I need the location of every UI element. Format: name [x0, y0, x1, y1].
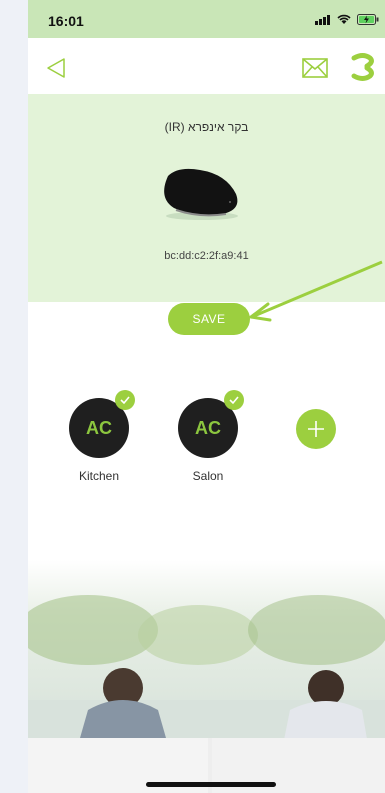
- status-time: 16:01: [48, 13, 84, 29]
- ac-device-button[interactable]: AC: [69, 390, 135, 458]
- room-name: Salon: [192, 469, 224, 483]
- ir-controller-image: [164, 168, 238, 220]
- background-photo: [28, 560, 385, 793]
- ac-badge-label: AC: [195, 417, 221, 438]
- battery-charging-icon: [357, 14, 379, 25]
- pointer-arrow: [249, 260, 383, 322]
- add-room-button[interactable]: [296, 409, 336, 449]
- check-icon: [224, 390, 244, 410]
- wifi-icon: [337, 14, 351, 24]
- plus-icon: [308, 421, 324, 437]
- ac-badge-label: AC: [86, 417, 112, 438]
- room-tile-salon[interactable]: AC Salon: [177, 390, 244, 483]
- home-indicator[interactable]: [146, 782, 276, 787]
- envelope-icon[interactable]: [301, 56, 329, 80]
- ac-device-button[interactable]: AC: [178, 390, 244, 458]
- device-name: בקר אינפרא (IR): [164, 120, 249, 134]
- back-triangle-icon[interactable]: [44, 56, 68, 80]
- nav-bar: [28, 38, 385, 94]
- room-tile-kitchen[interactable]: AC Kitchen: [68, 390, 135, 483]
- save-button[interactable]: SAVE: [168, 303, 250, 335]
- status-icons: [315, 14, 379, 25]
- check-icon: [115, 390, 135, 410]
- status-bar: 16:01: [28, 0, 385, 38]
- signal-icon: [315, 14, 330, 25]
- room-name: Kitchen: [78, 469, 120, 483]
- app-screen: 16:01 בקר אינפרא (IR) bc:dd:c2:2f:a9:41 …: [28, 0, 385, 793]
- app-logo-icon[interactable]: [350, 52, 376, 82]
